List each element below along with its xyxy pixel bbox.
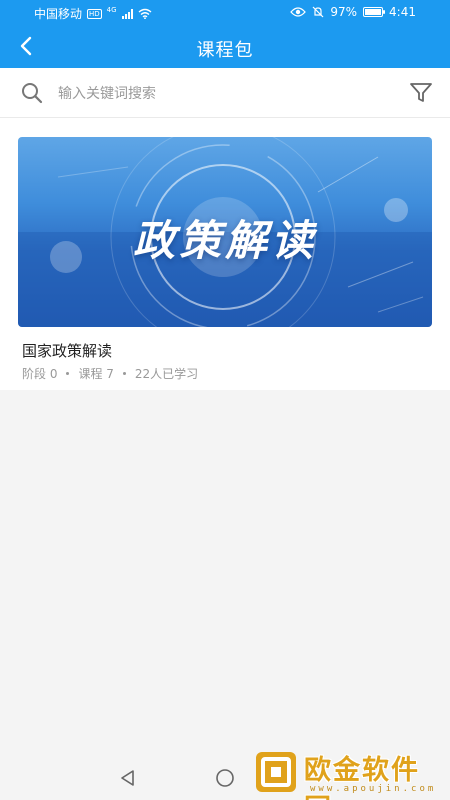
meta-separator — [122, 372, 126, 375]
course-list: 政策解读 国家政策解读 阶段 0 课程 7 22人已学习 — [0, 118, 450, 390]
course-title: 国家政策解读 — [22, 342, 113, 360]
search-bar — [0, 68, 450, 118]
course-banner: 政策解读 — [18, 137, 432, 327]
mute-bell-icon — [312, 6, 324, 18]
screen: 中国移动 HD 4G 97% 4:41 课程包 输入关键词搜索 政策解读 国家政… — [0, 0, 450, 800]
wifi-icon — [138, 8, 152, 19]
course-stages: 阶段 0 — [22, 367, 58, 381]
course-lessons: 课程 7 — [78, 367, 114, 381]
battery-icon — [363, 7, 386, 17]
clock: 4:41 — [389, 5, 416, 19]
search-input[interactable] — [56, 79, 390, 109]
carrier-label: 中国移动 — [34, 7, 83, 21]
network-type: 4G — [106, 5, 117, 14]
course-meta: 阶段 0 课程 7 22人已学习 — [22, 365, 198, 382]
status-right: 97% 4:41 — [290, 5, 416, 19]
hd-badge: HD — [87, 8, 102, 19]
course-card[interactable]: 政策解读 国家政策解读 阶段 0 课程 7 22人已学习 — [18, 137, 432, 382]
battery-percent: 97% — [330, 5, 358, 19]
eye-icon — [290, 7, 307, 17]
signal-icon — [121, 8, 133, 19]
title-bar: 课程包 — [0, 26, 450, 68]
watermark: 欧金软件园 www.apoujin.com — [252, 744, 448, 800]
page-title: 课程包 — [196, 40, 254, 61]
circle-home-icon[interactable] — [215, 768, 235, 788]
battery-fill — [365, 9, 381, 15]
watermark-url: www.apoujin.com — [310, 784, 437, 794]
status-left: 中国移动 HD 4G — [34, 5, 152, 22]
app-header: 中国移动 HD 4G 97% 4:41 课程包 — [0, 0, 450, 68]
search-icon — [22, 83, 43, 104]
filter-icon[interactable] — [408, 80, 434, 106]
course-learners: 22人已学习 — [134, 367, 199, 381]
banner-title: 政策解读 — [132, 216, 317, 265]
meta-separator — [66, 372, 70, 375]
status-bar: 中国移动 HD 4G 97% 4:41 — [0, 0, 450, 26]
watermark-logo-icon — [256, 752, 296, 792]
triangle-back-icon[interactable] — [118, 768, 138, 788]
